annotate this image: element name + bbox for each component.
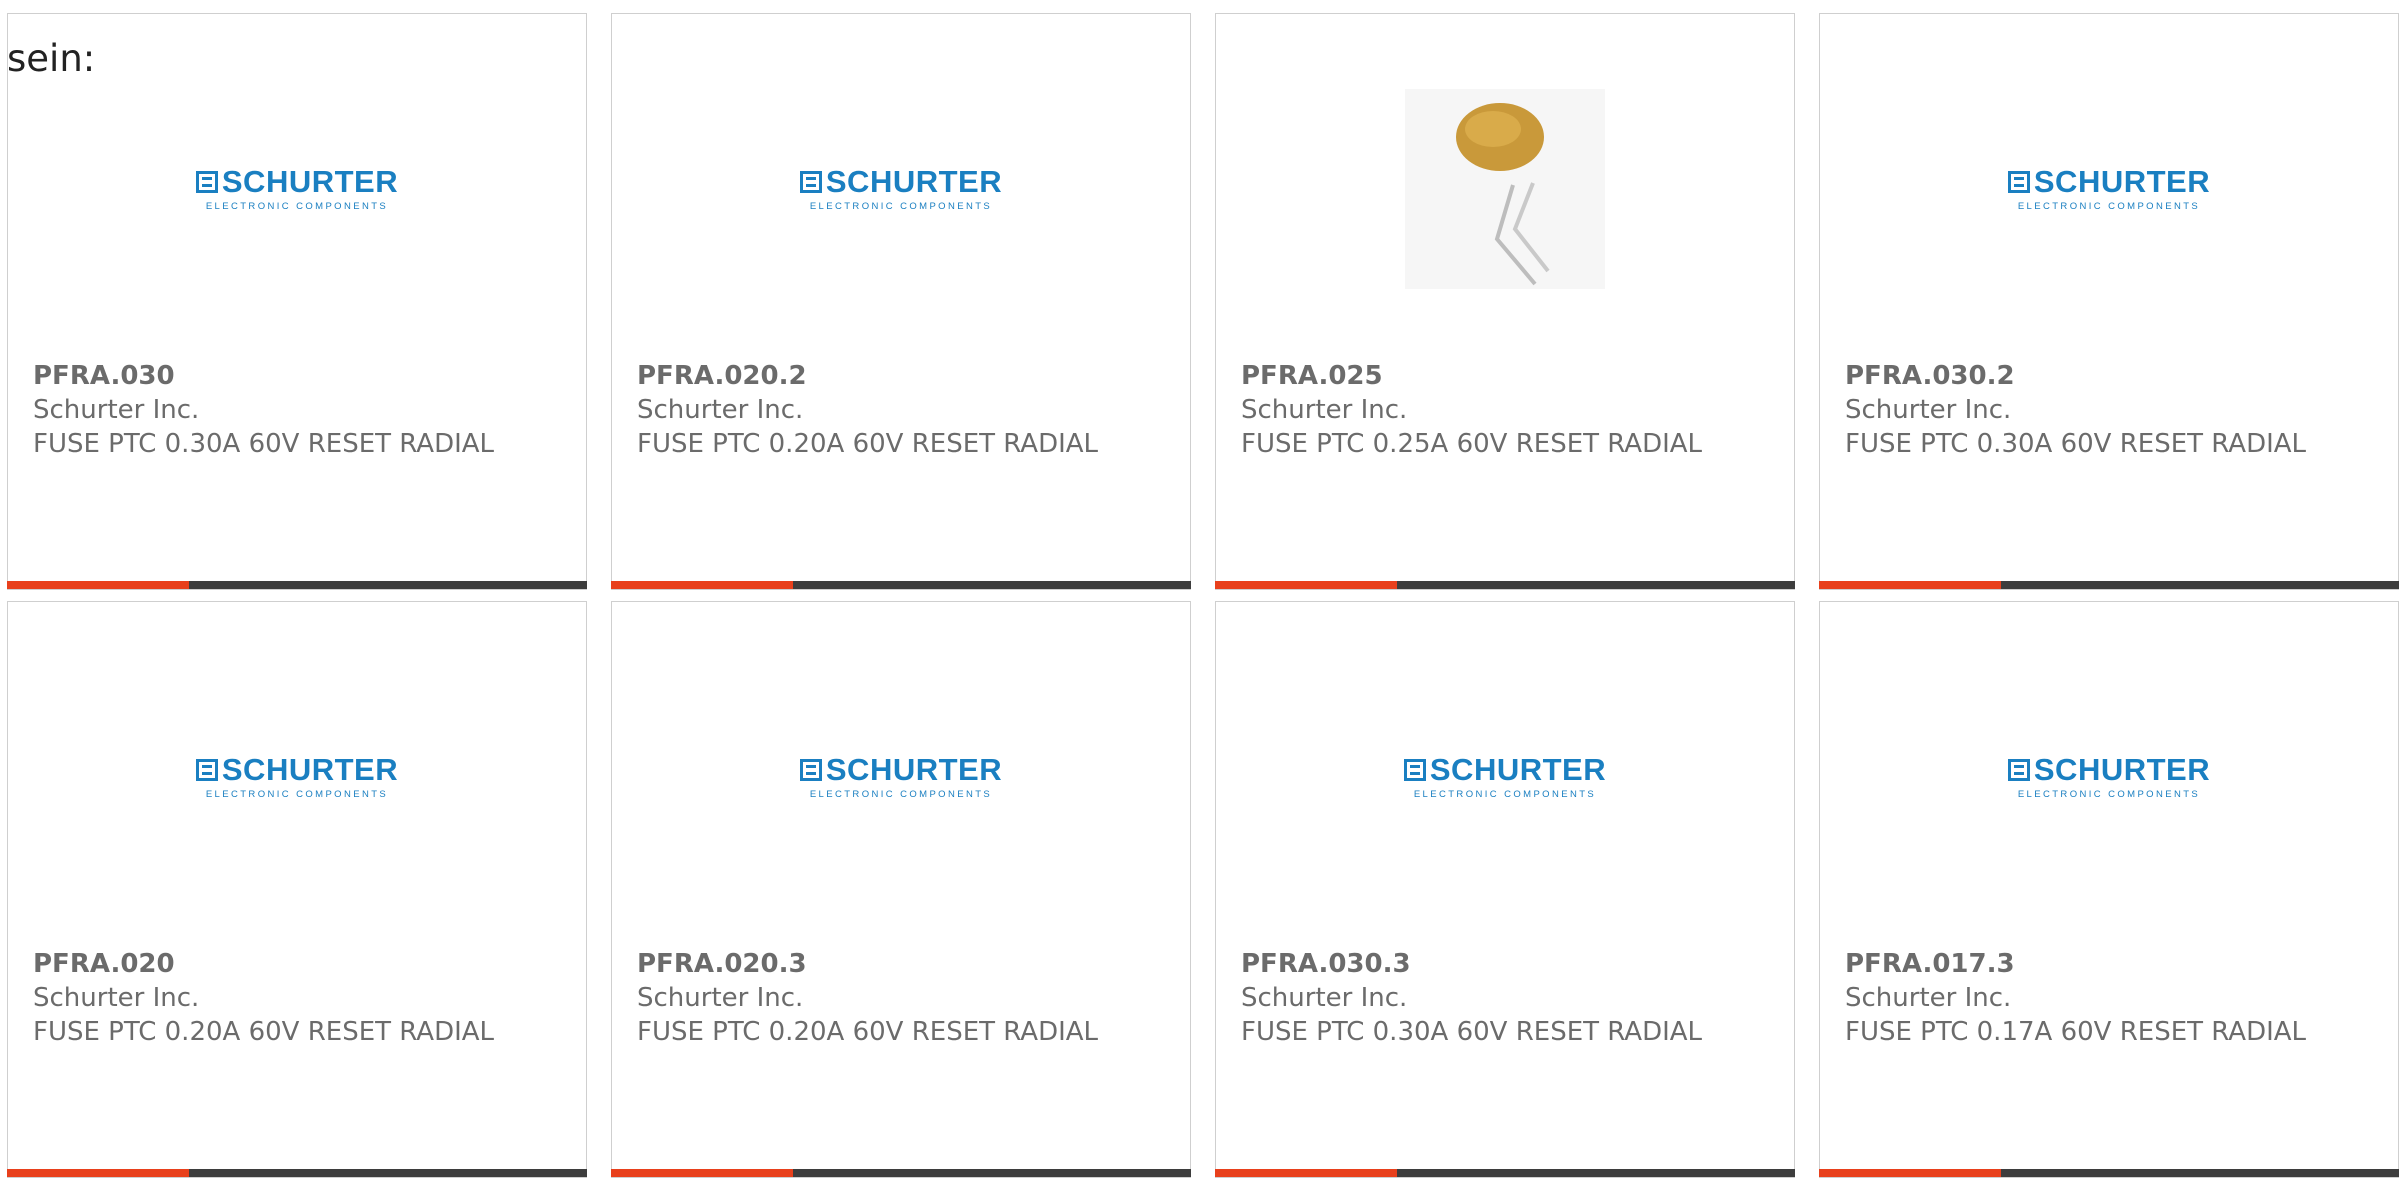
manufacturer: Schurter Inc. — [637, 983, 804, 1013]
manufacturer: Schurter Inc. — [1845, 983, 2012, 1013]
part-number: PFRA.030.2 — [1845, 361, 2015, 391]
schurter-mark-icon — [799, 758, 822, 781]
card-accent — [7, 1169, 189, 1177]
description: FUSE PTC 0.20A 60V RESET RADIAL — [637, 1017, 1099, 1047]
product-card[interactable]: SCHURTER ELECTRONIC COMPONENTS PFRA.030.3… — [1215, 601, 1795, 1178]
schurter-logo: SCHURTER ELECTRONIC COMPONENTS — [799, 166, 1002, 212]
manufacturer: Schurter Inc. — [1241, 395, 1408, 425]
schurter-mark-icon — [2007, 170, 2030, 193]
card-accent — [611, 1169, 793, 1177]
card-bottom-bar — [1819, 1169, 2399, 1177]
manufacturer: Schurter Inc. — [33, 983, 200, 1013]
product-image: SCHURTER ELECTRONIC COMPONENTS — [1216, 672, 1794, 882]
description: FUSE PTC 0.30A 60V RESET RADIAL — [1241, 1017, 1703, 1047]
product-image: SCHURTER ELECTRONIC COMPONENTS — [612, 84, 1190, 294]
schurter-logo: SCHURTER ELECTRONIC COMPONENTS — [2007, 166, 2210, 212]
product-card[interactable]: SCHURTER ELECTRONIC COMPONENTS PFRA.030.2… — [1819, 13, 2399, 590]
card-bottom-bar — [1215, 1169, 1795, 1177]
schurter-logo: SCHURTER ELECTRONIC COMPONENTS — [2007, 754, 2210, 800]
schurter-mark-icon — [195, 170, 218, 193]
description: FUSE PTC 0.30A 60V RESET RADIAL — [33, 429, 495, 459]
manufacturer: Schurter Inc. — [637, 395, 804, 425]
card-bottom-bar — [7, 581, 587, 589]
intro-text: sein: — [7, 37, 96, 80]
schurter-logo: SCHURTER ELECTRONIC COMPONENTS — [1403, 754, 1606, 800]
product-image: SCHURTER ELECTRONIC COMPONENTS — [1820, 84, 2398, 294]
product-card[interactable]: SCHURTER ELECTRONIC COMPONENTS PFRA.020.2… — [611, 13, 1191, 590]
manufacturer: Schurter Inc. — [1845, 395, 2012, 425]
product-image: SCHURTER ELECTRONIC COMPONENTS — [612, 672, 1190, 882]
part-number: PFRA.025 — [1241, 361, 1383, 391]
card-bottom-bar — [1215, 581, 1795, 589]
product-card[interactable]: SCHURTER ELECTRONIC COMPONENTS PFRA.020.3… — [611, 601, 1191, 1178]
part-number: PFRA.030.3 — [1241, 949, 1411, 979]
schurter-logo: SCHURTER ELECTRONIC COMPONENTS — [195, 754, 398, 800]
part-number: PFRA.030 — [33, 361, 175, 391]
product-image: SCHURTER ELECTRONIC COMPONENTS — [1820, 672, 2398, 882]
part-number: PFRA.020.3 — [637, 949, 807, 979]
schurter-mark-icon — [195, 758, 218, 781]
manufacturer: Schurter Inc. — [1241, 983, 1408, 1013]
product-card[interactable]: SCHURTER ELECTRONIC COMPONENTS PFRA.030 S… — [7, 13, 587, 590]
card-accent — [1819, 1169, 2001, 1177]
radial-ptc-fuse-photo — [1405, 89, 1605, 289]
product-card[interactable]: PFRA.025 Schurter Inc. FUSE PTC 0.25A 60… — [1215, 13, 1795, 590]
description: FUSE PTC 0.17A 60V RESET RADIAL — [1845, 1017, 2307, 1047]
card-bottom-bar — [7, 1169, 587, 1177]
product-card[interactable]: SCHURTER ELECTRONIC COMPONENTS PFRA.017.3… — [1819, 601, 2399, 1178]
schurter-logo: SCHURTER ELECTRONIC COMPONENTS — [799, 754, 1002, 800]
description: FUSE PTC 0.25A 60V RESET RADIAL — [1241, 429, 1703, 459]
product-image: SCHURTER ELECTRONIC COMPONENTS — [8, 672, 586, 882]
description: FUSE PTC 0.30A 60V RESET RADIAL — [1845, 429, 2307, 459]
product-grid: SCHURTER ELECTRONIC COMPONENTS PFRA.030 S… — [7, 13, 2399, 1178]
schurter-mark-icon — [2007, 758, 2030, 781]
card-accent — [7, 581, 189, 589]
card-accent — [1215, 581, 1397, 589]
product-image: SCHURTER ELECTRONIC COMPONENTS — [8, 84, 586, 294]
card-bottom-bar — [611, 1169, 1191, 1177]
part-number: PFRA.020 — [33, 949, 175, 979]
description: FUSE PTC 0.20A 60V RESET RADIAL — [637, 429, 1099, 459]
card-bottom-bar — [1819, 581, 2399, 589]
description: FUSE PTC 0.20A 60V RESET RADIAL — [33, 1017, 495, 1047]
card-bottom-bar — [611, 581, 1191, 589]
schurter-mark-icon — [799, 170, 822, 193]
part-number: PFRA.017.3 — [1845, 949, 2015, 979]
card-accent — [1819, 581, 2001, 589]
card-accent — [611, 581, 793, 589]
card-accent — [1215, 1169, 1397, 1177]
product-card[interactable]: SCHURTER ELECTRONIC COMPONENTS PFRA.020 S… — [7, 601, 587, 1178]
product-image — [1216, 84, 1794, 294]
schurter-mark-icon — [1403, 758, 1426, 781]
manufacturer: Schurter Inc. — [33, 395, 200, 425]
schurter-logo: SCHURTER ELECTRONIC COMPONENTS — [195, 166, 398, 212]
part-number: PFRA.020.2 — [637, 361, 807, 391]
